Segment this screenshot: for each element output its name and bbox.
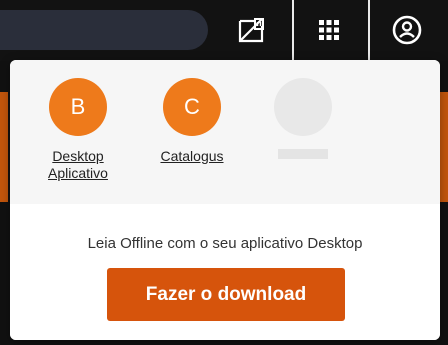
apps-grid-icon[interactable] (314, 15, 344, 45)
offline-tagline: Leia Offline com o seu aplicativo Deskto… (87, 235, 363, 252)
background-accent (0, 92, 8, 202)
download-button[interactable]: Fazer o download (107, 268, 345, 321)
app-desktop[interactable]: B Desktop Aplicativo (33, 78, 123, 182)
app-avatar-placeholder (274, 78, 332, 136)
apps-dropdown-panel: B Desktop Aplicativo C Catalogus Leia Of… (10, 60, 440, 340)
topbar-divider (292, 0, 294, 61)
no-sim-icon[interactable] (236, 15, 266, 45)
app-label-placeholder (278, 149, 328, 159)
app-placeholder (258, 78, 348, 159)
top-bar (0, 0, 448, 61)
search-bar[interactable] (0, 10, 208, 50)
apps-section: B Desktop Aplicativo C Catalogus (10, 60, 440, 204)
app-label[interactable]: Desktop Aplicativo (33, 148, 123, 182)
app-catalogus[interactable]: C Catalogus (147, 78, 237, 165)
topbar-divider (368, 0, 370, 61)
app-avatar[interactable]: B (49, 78, 107, 136)
app-label[interactable]: Catalogus (147, 148, 237, 165)
account-circle-icon[interactable] (392, 15, 422, 45)
app-avatar[interactable]: C (163, 78, 221, 136)
